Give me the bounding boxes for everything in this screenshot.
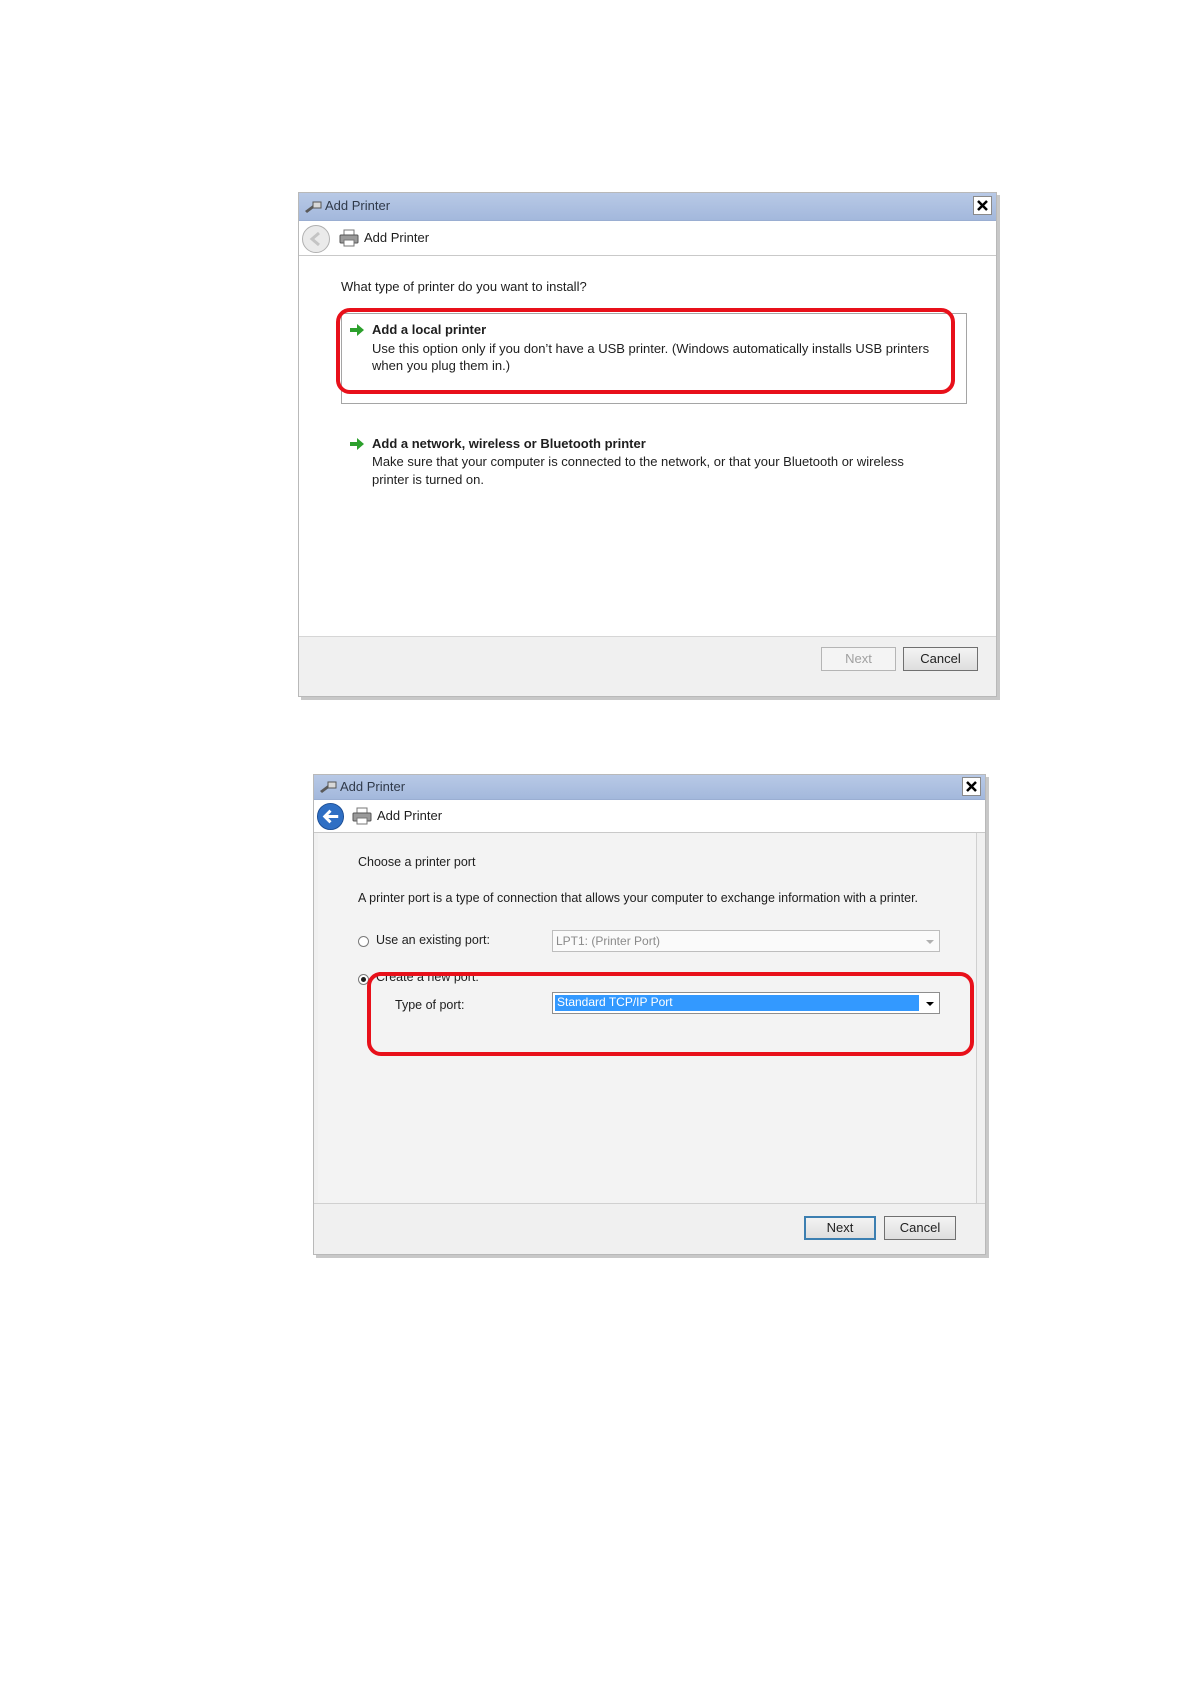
close-button[interactable] <box>962 777 981 796</box>
close-icon <box>966 781 977 792</box>
nav-bar: Add Printer <box>314 800 985 833</box>
add-printer-dialog-1: Add Printer Add Printer What type of pri… <box>298 192 997 697</box>
dropdown-arrow-icon <box>926 940 934 944</box>
port-description: A printer port is a type of connection t… <box>358 891 919 905</box>
title-bar: Add Printer <box>299 193 996 221</box>
window-title: Add Printer <box>325 198 391 213</box>
wizard-footer: Next Cancel <box>314 1203 985 1254</box>
back-arrow-icon[interactable] <box>301 224 331 254</box>
question-text: What type of printer do you want to inst… <box>341 279 587 294</box>
window-title: Add Printer <box>340 779 406 794</box>
printer-wizard-icon <box>305 201 322 213</box>
network-printer-desc-2: printer is turned on. <box>372 472 485 487</box>
existing-port-value: LPT1: (Printer Port) <box>556 934 661 948</box>
highlight-annotation <box>336 308 955 394</box>
highlight-annotation <box>367 972 974 1056</box>
wizard-content: What type of printer do you want to inst… <box>299 256 996 636</box>
wizard-footer: Next Cancel <box>299 636 996 696</box>
existing-port-select[interactable]: LPT1: (Printer Port) <box>552 930 940 952</box>
existing-port-radio[interactable] <box>358 936 369 947</box>
close-icon <box>977 200 988 211</box>
title-bar: Add Printer <box>314 775 985 800</box>
printer-icon <box>339 229 359 247</box>
printer-icon <box>352 807 372 825</box>
printer-wizard-icon <box>320 781 337 793</box>
green-arrow-icon <box>350 438 364 450</box>
nav-bar: Add Printer <box>299 221 996 256</box>
nav-title: Add Printer <box>364 230 430 245</box>
nav-title: Add Printer <box>377 808 443 823</box>
page-heading: Choose a printer port <box>358 855 476 869</box>
existing-port-label: Use an existing port: <box>376 933 490 947</box>
network-printer-desc-1: Make sure that your computer is connecte… <box>372 454 904 469</box>
add-printer-dialog-2: Add Printer Add Printer Choose a printer… <box>313 774 986 1255</box>
cancel-button[interactable]: Cancel <box>903 647 978 671</box>
back-arrow-icon[interactable] <box>316 802 345 831</box>
cancel-button[interactable]: Cancel <box>884 1216 956 1240</box>
next-button[interactable]: Next <box>804 1216 876 1240</box>
close-button[interactable] <box>973 196 992 215</box>
next-button[interactable]: Next <box>821 647 896 671</box>
network-printer-title[interactable]: Add a network, wireless or Bluetooth pri… <box>372 436 646 451</box>
